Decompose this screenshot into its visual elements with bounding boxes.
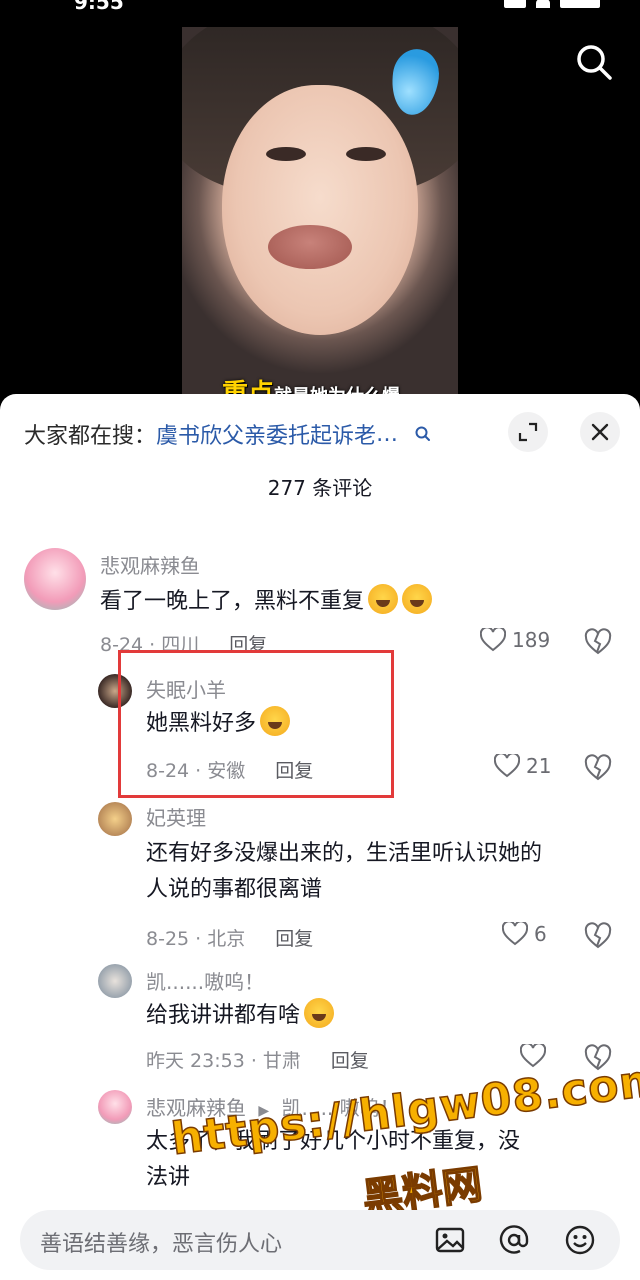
like-button[interactable]: 6 — [502, 922, 547, 946]
close-icon — [591, 423, 609, 441]
status-icons — [504, 0, 600, 8]
trending-search[interactable]: 大家都在搜： 虞书欣父亲委托起诉老 … — [24, 414, 432, 454]
video-area[interactable]: 9:55 重点就是她为什么爆 — [0, 0, 640, 400]
search-small-icon[interactable] — [414, 425, 432, 443]
comment-input[interactable]: 善语结善缘，恶言伤人心 — [40, 1226, 282, 1258]
reply-button[interactable]: 回复 — [331, 1050, 369, 1072]
avatar[interactable] — [98, 1090, 132, 1124]
heart-icon — [494, 754, 520, 778]
like-count: 21 — [526, 754, 552, 778]
comment-text: 看了一晚上了，黑料不重复 — [100, 584, 433, 620]
video-face-shape — [222, 85, 418, 335]
search-icon[interactable] — [574, 42, 614, 82]
like-button[interactable] — [520, 1044, 546, 1068]
comment-username[interactable]: 凯......嗷呜！ — [146, 966, 264, 995]
comment-username[interactable]: 妃英理 — [146, 802, 206, 831]
comment-body-line: 还有好多没爆出来的，生活里听认识她的 — [146, 841, 543, 866]
comment-date: 8-25 · 北京 — [146, 928, 246, 950]
emoji-icon[interactable] — [564, 1224, 596, 1256]
comment-meta: 8-25 · 北京 回复 — [146, 924, 313, 951]
expand-button[interactable] — [508, 412, 548, 452]
avatar[interactable] — [98, 964, 132, 998]
comment-text: 还有好多没爆出来的，生活里听认识她的 人说的事都很离谱 — [146, 836, 542, 908]
video-eye-right — [346, 147, 386, 161]
like-count: 189 — [512, 628, 551, 652]
expand-icon — [518, 422, 538, 442]
laugh-cry-emoji-icon — [402, 584, 433, 614]
dislike-icon[interactable] — [584, 922, 612, 950]
video-frame[interactable]: 重点就是她为什么爆 — [182, 27, 458, 400]
avatar[interactable] — [98, 802, 132, 836]
laugh-cry-emoji-icon — [368, 584, 399, 614]
comment-count: 277 条评论 — [267, 476, 373, 500]
mention-icon[interactable] — [498, 1224, 530, 1256]
signal-icon — [504, 0, 526, 8]
comment-text: 给我讲讲都有啥 — [146, 998, 335, 1034]
like-count: 6 — [534, 922, 547, 946]
heart-icon — [502, 922, 528, 946]
heart-icon — [520, 1044, 546, 1068]
reply-button[interactable]: 回复 — [275, 928, 313, 950]
comment-meta: 昨天 23:53 · 甘肃 回复 — [146, 1046, 369, 1073]
heart-icon — [480, 628, 506, 652]
avatar[interactable] — [24, 548, 86, 610]
video-lips-shape — [268, 225, 352, 269]
highlight-box — [118, 650, 394, 798]
grin-sweat-emoji-icon — [304, 998, 335, 1028]
image-icon[interactable] — [434, 1224, 466, 1256]
comment-body: 给我讲讲都有啥 — [146, 1003, 301, 1028]
close-button[interactable] — [580, 412, 620, 452]
like-button[interactable]: 189 — [480, 628, 550, 652]
comment-body-line: 人说的事都很离谱 — [146, 877, 323, 902]
trending-search-term[interactable]: 虞书欣父亲委托起诉老 — [156, 418, 376, 450]
status-time: 9:55 — [74, 0, 124, 14]
comment-body: 看了一晚上了，黑料不重复 — [100, 589, 365, 614]
like-button[interactable]: 21 — [494, 754, 551, 778]
wifi-icon — [536, 0, 550, 8]
dislike-icon[interactable] — [584, 754, 612, 782]
trending-search-ellipsis: … — [376, 421, 399, 447]
trending-search-prefix: 大家都在搜： — [24, 424, 157, 449]
battery-icon — [560, 0, 600, 8]
comment-date: 昨天 23:53 · 甘肃 — [146, 1050, 301, 1072]
comment-sheet: 大家都在搜： 虞书欣父亲委托起诉老 … 277 条评论 悲观麻辣鱼 看了一晚上了… — [0, 394, 640, 1280]
dislike-icon[interactable] — [584, 628, 612, 656]
comment-username[interactable]: 悲观麻辣鱼 — [100, 550, 200, 579]
video-eye-left — [266, 147, 306, 161]
comment-input-bar[interactable]: 善语结善缘，恶言伤人心 — [20, 1210, 620, 1270]
